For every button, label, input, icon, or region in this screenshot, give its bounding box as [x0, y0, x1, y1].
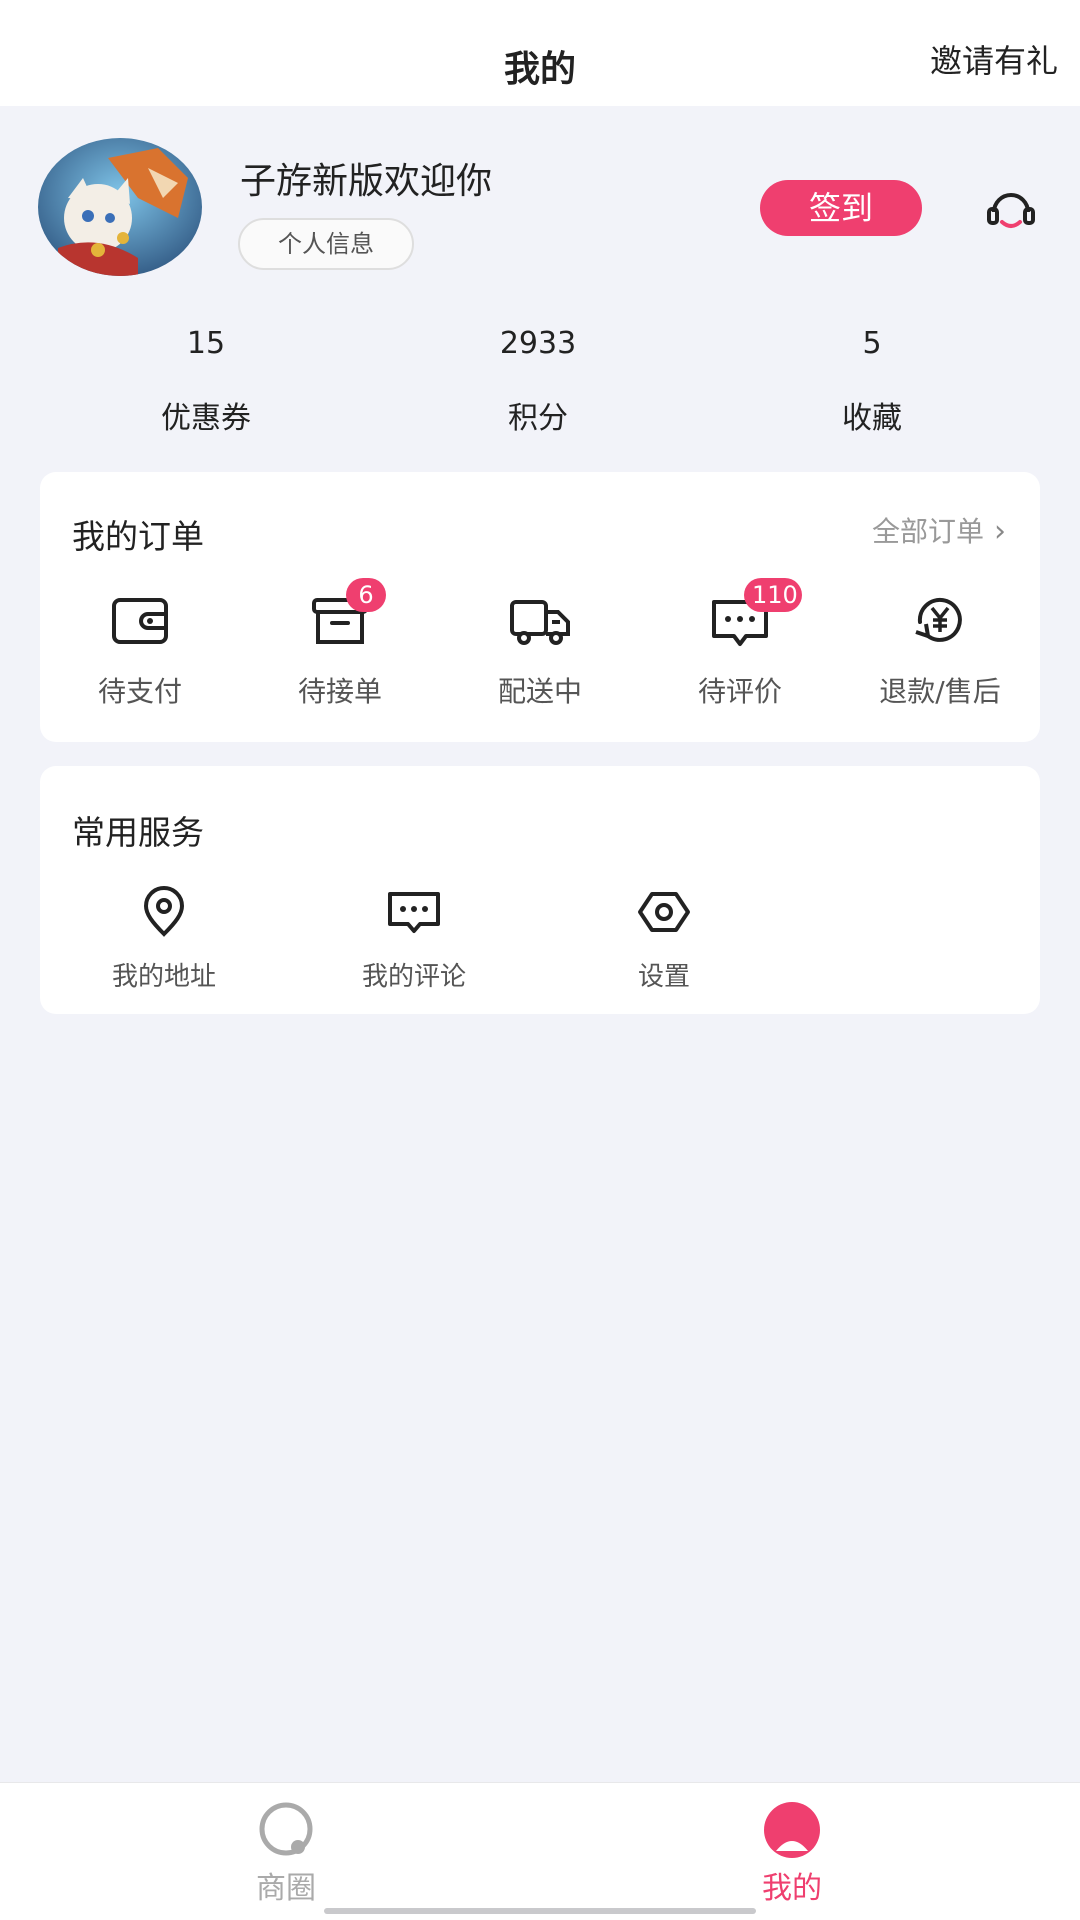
username: 子斿新版欢迎你 — [240, 161, 493, 202]
chevron-right-icon: › — [994, 514, 1006, 549]
order-pending-review[interactable]: 110 待评价 — [640, 578, 840, 710]
avatar[interactable] — [38, 138, 202, 276]
service-settings[interactable]: 设置 — [554, 886, 774, 993]
badge-count: 6 — [346, 578, 386, 612]
location-pin-icon — [136, 886, 192, 938]
order-refund[interactable]: 退款/售后 — [840, 590, 1040, 710]
order-delivering[interactable]: 配送中 — [440, 590, 640, 710]
checkin-button[interactable]: 签到 — [760, 180, 922, 236]
all-orders-label: 全部订单 — [871, 515, 984, 548]
services-title: 常用服务 — [72, 813, 204, 852]
stat-points[interactable]: 2933 积分 — [418, 326, 658, 437]
order-label: 退款/售后 — [879, 675, 1001, 708]
bottom-tab-bar: 商圈 我的 — [0, 1782, 1080, 1920]
home-indicator — [324, 1908, 756, 1914]
user-icon — [758, 1801, 826, 1859]
box-icon: 6 — [308, 578, 386, 650]
stat-label: 优惠券 — [161, 401, 251, 436]
personal-info-button[interactable]: 个人信息 — [238, 218, 414, 270]
stat-label: 收藏 — [842, 401, 902, 436]
all-orders-link[interactable]: 全部订单 › — [872, 510, 1006, 550]
order-label: 待支付 — [97, 675, 182, 708]
service-my-comments[interactable]: 我的评论 — [304, 886, 524, 993]
tab-label: 商圈 — [256, 1871, 316, 1906]
customer-service-headset-icon[interactable] — [984, 184, 1038, 238]
order-label: 配送中 — [497, 675, 582, 708]
page-title: 我的 — [503, 49, 576, 90]
comment-icon — [386, 886, 442, 938]
stat-value: 5 — [862, 326, 882, 361]
service-label: 我的评论 — [361, 962, 466, 992]
orders-title: 我的订单 — [72, 517, 204, 556]
tab-shop-circle[interactable]: 商圈 — [186, 1801, 386, 1907]
service-label: 我的地址 — [111, 962, 216, 992]
stat-label: 积分 — [508, 401, 568, 436]
common-services-card: 常用服务 我的地址 我的评论 设置 — [40, 766, 1040, 1014]
invite-link[interactable]: 邀请有礼 — [930, 36, 1058, 82]
order-label: 待接单 — [297, 675, 382, 708]
stat-favorites[interactable]: 5 收藏 — [752, 326, 992, 437]
order-pending-payment[interactable]: 待支付 — [40, 590, 240, 710]
truck-icon — [508, 590, 572, 650]
top-header: 我的 邀请有礼 — [0, 0, 1080, 106]
order-label: 待评价 — [697, 675, 782, 708]
tab-mine[interactable]: 我的 — [692, 1801, 892, 1907]
stat-value: 15 — [186, 326, 226, 361]
my-orders-card: 我的订单 全部订单 › 待支付 6 待接单 配送中 110 待评价 退款/售后 — [40, 472, 1040, 742]
wallet-icon — [108, 590, 172, 650]
shop-circle-icon — [252, 1801, 320, 1859]
stat-value: 2933 — [499, 326, 577, 361]
gear-icon — [636, 886, 692, 938]
comment-icon: 110 — [708, 578, 802, 650]
order-pending-accept[interactable]: 6 待接单 — [240, 578, 440, 710]
service-label: 设置 — [637, 962, 690, 992]
refund-icon — [908, 590, 972, 650]
stat-coupons[interactable]: 15 优惠券 — [86, 326, 326, 437]
tab-label: 我的 — [762, 1871, 822, 1906]
service-my-address[interactable]: 我的地址 — [54, 886, 274, 993]
badge-count: 110 — [744, 578, 802, 612]
